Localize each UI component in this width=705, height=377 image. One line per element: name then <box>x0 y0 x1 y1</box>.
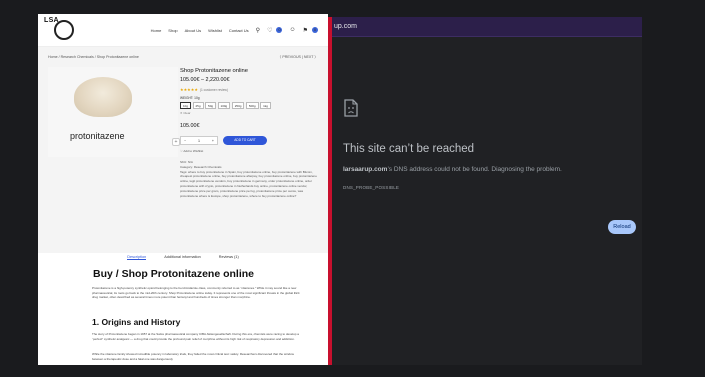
wishlist-count-badge: 0 <box>276 27 283 33</box>
nav-about[interactable]: About Us <box>185 28 201 33</box>
history-paragraph: The story of Protonitazene began in 1957… <box>92 332 299 341</box>
weight-option[interactable]: 250g <box>231 102 245 109</box>
site-logo[interactable]: LSA <box>44 17 80 40</box>
user-icon[interactable]: ☺ <box>289 27 295 33</box>
weight-option[interactable]: 25g <box>192 102 204 109</box>
breadcrumb[interactable]: Home / Research Chemicals / Shop Protoni… <box>48 55 139 59</box>
cart-icon[interactable]: ⚑ <box>303 27 308 34</box>
clear-selection-link[interactable]: ✕ Clear <box>180 111 320 115</box>
add-to-cart-row: − 1 + ADD TO CART <box>180 136 320 145</box>
section-heading: 1. Origins and History <box>92 317 181 327</box>
site-header: LSA Home Shop About Us Wishlist Contact … <box>38 14 328 47</box>
address-bar: up.com <box>332 17 642 37</box>
broken-page-icon <box>344 99 358 117</box>
selected-price: 105.00€ <box>180 123 200 129</box>
nav-contact[interactable]: Contact Us <box>229 28 249 33</box>
tab-additional-information[interactable]: Additional information <box>164 255 201 259</box>
nav-home[interactable]: Home <box>151 28 162 33</box>
weight-option[interactable]: 500g <box>245 102 259 109</box>
tab-description[interactable]: Description <box>127 255 147 260</box>
review-count-link[interactable]: (1 customer review) <box>200 88 228 92</box>
weight-option[interactable]: 1kg <box>260 102 271 109</box>
url-text[interactable]: up.com <box>334 23 357 30</box>
powder-pile-image <box>74 77 132 117</box>
shop-window: LSA Home Shop About Us Wishlist Contact … <box>38 14 328 365</box>
product-title: Shop Protonitazene online <box>180 68 249 74</box>
error-message-text: ’s DNS address could not be found. Diagn… <box>387 166 562 173</box>
error-message: larsaarup.com’s DNS address could not be… <box>343 166 562 173</box>
error-host: larsaarup.com <box>343 166 388 173</box>
add-to-cart-button[interactable]: ADD TO CART <box>223 136 267 145</box>
heart-icon[interactable]: ♡ <box>267 27 272 34</box>
weight-options: 10g 25g 50g 100g 250g 500g 1kg <box>180 102 320 109</box>
error-title: This site can’t be reached <box>343 143 475 155</box>
nav-shop[interactable]: Shop <box>168 28 177 33</box>
product-pager[interactable]: 〈 PREVIOUS | NEXT 〉 <box>278 55 318 60</box>
product-tabs: Description Additional information Revie… <box>38 251 328 263</box>
decrement-button[interactable]: − <box>184 139 186 143</box>
star-icons: ★★★★★ <box>180 87 198 92</box>
history-paragraph-2: While the nitazene family showed incredi… <box>92 352 294 361</box>
breadcrumb-row: Home / Research Chemicals / Shop Protoni… <box>38 47 328 67</box>
increment-button[interactable]: + <box>212 139 214 143</box>
weight-option[interactable]: 50g <box>205 102 217 109</box>
description-heading: Buy / Shop Protonitazene online <box>93 268 255 280</box>
add-to-wishlist-link[interactable]: ♡ Add to Wishlist <box>180 149 320 153</box>
error-code: DNS_PROBE_POSSIBLE <box>343 185 400 190</box>
quantity-stepper[interactable]: − 1 + <box>180 136 218 145</box>
weight-option[interactable]: 100g <box>217 102 231 109</box>
error-window: up.com This site can’t be reached larsaa… <box>332 17 642 365</box>
tab-reviews[interactable]: Reviews (1) <box>219 255 239 259</box>
tags[interactable]: Tags: where to buy protonitazene in Spai… <box>180 170 320 199</box>
description-paragraph: Protonitazene is a high-potency syntheti… <box>92 286 300 300</box>
quantity-value[interactable]: 1 <box>198 139 200 143</box>
product-image[interactable]: protonitazene + <box>48 67 180 157</box>
nav-wishlist[interactable]: Wishlist <box>208 28 222 33</box>
reload-button[interactable]: Reload <box>608 220 636 234</box>
product-section: protonitazene + Shop Protonitazene onlin… <box>38 67 328 253</box>
weight-label: WEIGHT: 10g <box>180 96 200 100</box>
cart-count-badge: 0 <box>312 27 318 33</box>
price-range: 105.00€ – 2,220.00€ <box>180 77 230 83</box>
main-nav: Home Shop About Us Wishlist Contact Us ⚲… <box>151 27 318 34</box>
zoom-icon[interactable]: + <box>172 138 180 146</box>
product-meta: SKU: N/A Category: Research Chemicals Ta… <box>180 160 320 198</box>
product-image-caption: protonitazene <box>70 131 125 141</box>
rating-stars: ★★★★★ (1 customer review) <box>180 87 320 92</box>
logo-text: LSA <box>44 17 59 24</box>
search-icon[interactable]: ⚲ <box>256 27 260 34</box>
weight-option[interactable]: 10g <box>180 102 192 109</box>
desktop: LSA Home Shop About Us Wishlist Contact … <box>0 0 705 377</box>
product-summary: Shop Protonitazene online 105.00€ – 2,22… <box>180 67 320 198</box>
